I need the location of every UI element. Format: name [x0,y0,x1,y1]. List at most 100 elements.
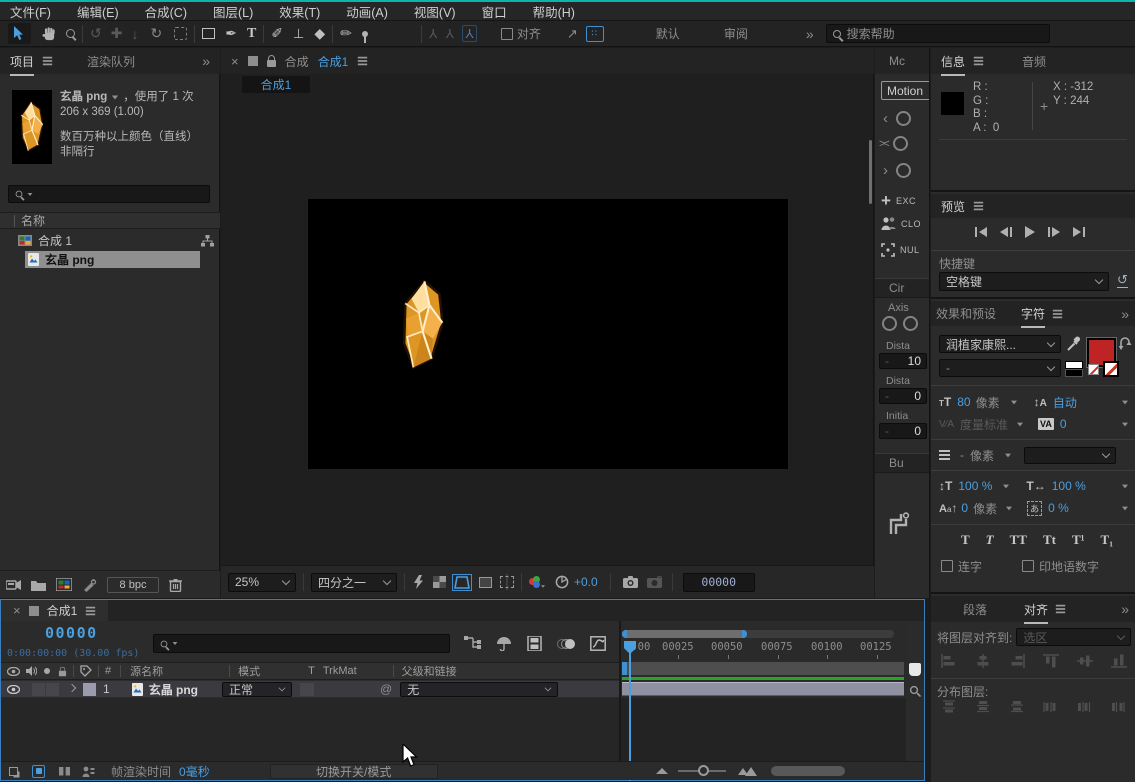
font-size-value[interactable]: 80 [957,395,970,409]
character-panel-menu-icon[interactable] [1053,313,1062,315]
font-style-dropdown[interactable]: - [939,359,1061,377]
type-tool-icon[interactable]: T [247,26,256,42]
font-size-dropdown-icon[interactable] [1011,400,1017,404]
timeline-current-time[interactable]: 00000 [45,624,98,642]
menu-edit[interactable]: 编辑(E) [77,2,119,21]
distribute-hcenter-button[interactable] [1077,700,1093,714]
eraser-tool-icon[interactable]: ◆ [314,25,325,42]
vertical-scale-value[interactable]: 100 % [958,479,992,493]
bone-tool-icon[interactable]: Y [462,25,477,42]
burst-section-tab[interactable]: Bu [889,456,904,470]
snap-options-icon[interactable]: ↗ [567,26,578,42]
mini-flowchart-icon[interactable] [464,636,481,651]
pan-camera-tool-icon[interactable]: ✚ [111,25,123,42]
workspace-overflow-button[interactable]: » [806,26,814,42]
preview-panel-menu-icon[interactable] [974,205,983,207]
align-hcenter-button[interactable] [975,654,991,668]
anchor-center-icon[interactable]: >< [879,138,888,150]
anchor-target-icon[interactable] [896,163,911,178]
initial-input[interactable]: - 0 [879,423,927,439]
tab-info[interactable]: 信息 [941,53,965,70]
video-eye-column-icon[interactable] [7,667,20,676]
draft-3d-icon[interactable] [496,636,512,651]
timeline-zoom-slider[interactable] [678,770,726,772]
tsume-value[interactable]: 0 % [1048,501,1069,515]
audio-column-icon[interactable] [26,666,37,676]
resolution-dropdown[interactable]: 四分之一 [311,573,397,592]
reset-icon[interactable]: ↺ [1117,273,1128,288]
comp-tab-name[interactable]: 合成1 [318,53,349,70]
comp-breadcrumb-chip[interactable]: 合成1 [242,76,310,93]
horizontal-scale-value[interactable]: 100 % [1052,479,1086,493]
faux-italic-button[interactable]: T [986,532,994,548]
work-area-start-handle[interactable] [622,662,627,675]
search-options-icon[interactable] [28,193,33,196]
faux-bold-button[interactable]: T [961,532,970,548]
distribute-left-button[interactable] [1043,700,1059,714]
trkmat-cell[interactable] [300,683,314,696]
rectangle-tool-icon[interactable] [202,28,215,39]
blend-mode-dropdown[interactable]: 正常 [222,682,292,697]
source-name-column-header[interactable]: 源名称 [130,663,163,679]
hand-tool-icon[interactable] [41,26,56,41]
menu-view[interactable]: 视图(V) [414,2,456,21]
all-caps-button[interactable]: TT [1010,532,1027,548]
tab-paragraph[interactable]: 段落 [963,601,987,618]
timeline-search-box[interactable] [153,634,450,653]
align-left-button[interactable] [941,654,957,668]
stroke-color-swatch[interactable] [1103,361,1119,377]
excite-plus-icon[interactable]: + [881,191,891,211]
comp-tab-group-label[interactable]: 合成 [285,53,309,70]
clone-label[interactable]: CLO [901,219,921,229]
clone-stamp-tool-icon[interactable]: ⊥ [293,26,304,42]
horizontal-scale-dropdown-icon[interactable] [1122,484,1128,488]
baseline-shift-dropdown-icon[interactable] [1006,506,1012,510]
exposure-icon[interactable] [555,575,569,589]
channel-icon[interactable] [529,576,545,589]
distribute-right-button[interactable] [1111,700,1127,714]
layer-switch-cell[interactable] [46,683,59,696]
zoom-in-mountains-icon[interactable] [738,767,757,776]
footage-dropdown-icon[interactable] [112,96,118,100]
anchor-target-icon[interactable] [893,136,908,151]
align-top-button[interactable] [1043,654,1059,668]
menu-help[interactable]: 帮助(H) [533,2,575,21]
transparency-grid-icon[interactable] [433,576,446,588]
no-fill-chip[interactable] [1088,364,1099,375]
new-folder-icon[interactable] [31,579,46,591]
exposure-value[interactable]: +0.0 [574,575,598,589]
parent-link-column-header[interactable]: 父级和链接 [402,663,457,679]
tab-audio[interactable]: 音频 [1022,53,1046,70]
motion-button[interactable]: Motion [881,81,930,100]
zoom-out-mountain-icon[interactable] [656,768,668,774]
layer-expand-chevron[interactable] [68,683,76,691]
mask-visibility-icon[interactable] [454,576,470,589]
snapshot-camera-icon[interactable] [623,576,638,588]
time-navigator-track[interactable] [622,630,894,638]
play-button[interactable] [1025,226,1035,238]
align-bottom-button[interactable] [1111,654,1127,668]
help-search-box[interactable]: 搜索帮助 [826,24,1050,43]
roto-brush-tool-icon[interactable]: ✏ [340,25,352,42]
joint-tool-icon[interactable]: Y [429,26,438,41]
search-options-icon[interactable] [173,642,178,645]
layer-duration-bar[interactable] [622,682,904,696]
comp-timecode-box[interactable]: 00000 [683,573,755,592]
null-target-icon[interactable] [881,243,895,257]
superscript-button[interactable]: T¹ [1072,532,1085,548]
preview-panel-title[interactable]: 预览 [941,198,965,215]
delete-trash-icon[interactable] [169,578,182,592]
menu-layer[interactable]: 图层(L) [213,2,253,21]
timeline-hscrollbar[interactable] [771,766,845,776]
menu-file[interactable]: 文件(F) [10,2,51,21]
grid-extra-dropdown[interactable] [1024,447,1116,464]
null-label[interactable]: NUL [900,245,920,255]
interpret-footage-icon[interactable] [6,579,21,591]
show-snapshot-icon[interactable] [647,576,662,588]
layer-label-color-chip[interactable] [83,683,96,696]
project-settings-icon[interactable] [82,578,97,592]
menu-effect[interactable]: 效果(T) [279,2,320,21]
axis-x-icon[interactable] [882,316,897,331]
parent-dropdown[interactable]: 无 [400,682,558,697]
composition-viewport[interactable] [308,199,788,469]
